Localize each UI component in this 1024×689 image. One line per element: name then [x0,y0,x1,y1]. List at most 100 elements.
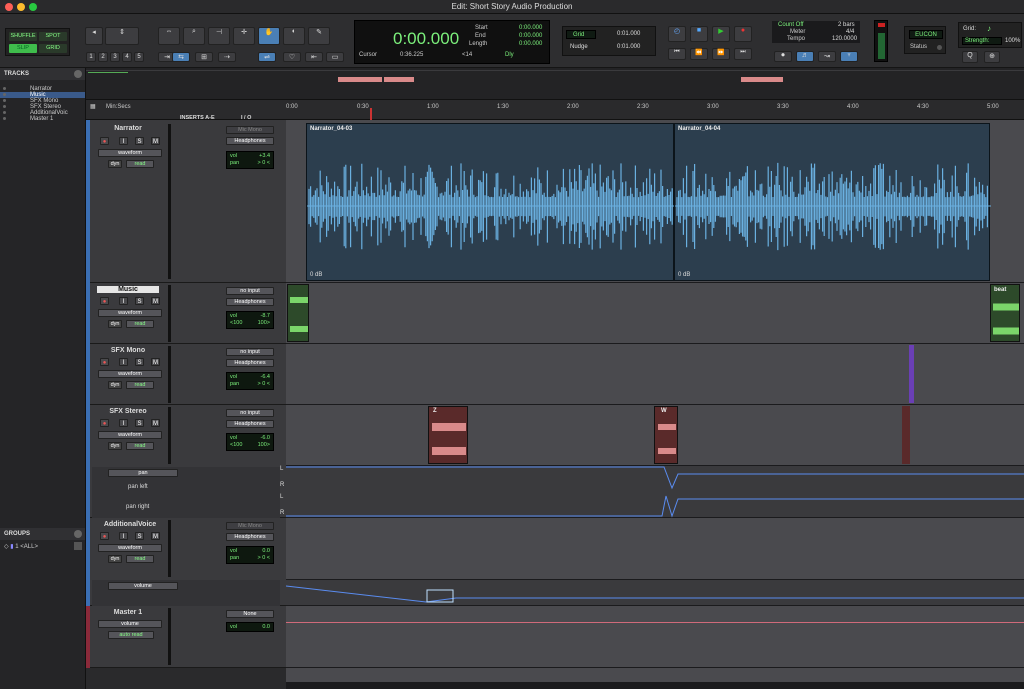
solo-button[interactable]: S [135,419,144,427]
automation-follows-icon[interactable]: ♡ [283,52,301,62]
input-monitor-button[interactable]: I [119,137,128,145]
input-selector[interactable]: Mic Mono [226,126,274,134]
layout-icon[interactable]: ▭ [326,52,344,62]
panel-menu-icon[interactable] [74,70,82,78]
stop-icon[interactable]: ■ [690,26,708,42]
nudge-value[interactable]: 0:01.000 [617,44,640,50]
track-name[interactable]: SFX Stereo [98,408,158,415]
quantize-icon[interactable]: Q [962,51,978,63]
audio-clip[interactable] [909,345,914,403]
automation-curve[interactable] [285,580,1024,606]
audio-clip[interactable]: W [654,406,678,464]
track-name[interactable]: AdditionalVoice [96,521,164,528]
loop-icon[interactable]: ↝ [818,51,836,62]
main-counter[interactable]: 0:00.000 [393,29,459,49]
output-selector[interactable]: Headphones [226,359,274,367]
automation-selector[interactable]: volume [108,582,178,590]
automation-mode-selector[interactable]: read [126,555,154,563]
mute-button[interactable]: M [151,532,160,540]
audio-clip[interactable]: Narrator_04-03 0 dB [306,123,675,281]
vol-pan-display[interactable]: vol -6.0 <100 100> [226,433,274,451]
solo-button[interactable]: S [135,137,144,145]
track-view-selector[interactable]: waveform [98,544,162,552]
end-value[interactable]: 0:00.000 [519,33,542,39]
lane-master[interactable] [286,606,1024,668]
input-selector[interactable]: Mic Mono [226,522,274,530]
vol-pan-display[interactable]: vol -6.4 pan > 0 < [226,372,274,390]
fast-forward-icon[interactable]: ⏩ [712,48,730,60]
dyn-selector[interactable]: dyn [108,442,122,450]
track-view-selector[interactable]: volume [98,620,162,628]
trim-tool-icon[interactable]: ⊣ [208,27,230,45]
zoom-out-icon[interactable]: ◂ [85,27,103,45]
lane-volume-automation[interactable] [285,580,1024,606]
clip-gain[interactable]: 0 dB [310,272,322,278]
zoom-tool-icon[interactable]: ⇔ [158,27,180,45]
rewind-start-icon[interactable]: ⏮ [668,48,686,60]
group-all[interactable]: ◇ ▮ 1 <ALL> [4,543,38,550]
input-selector[interactable]: no input [226,348,274,356]
link-track-icon[interactable]: ⊞ [195,52,213,62]
track-name[interactable]: Narrator [98,125,158,132]
track-list-item[interactable]: Master 1 [0,116,85,122]
dyn-selector[interactable]: dyn [108,320,122,328]
track-view-selector[interactable]: waveform [98,370,162,378]
lane-music[interactable]: beat [286,283,1024,344]
nudge-label[interactable]: Nudge [570,44,588,50]
output-selector[interactable]: Headphones [226,420,274,428]
midi-merge-icon[interactable]: ⏺ [774,51,792,62]
master-volume-line[interactable] [286,622,1024,623]
mute-button[interactable]: M [151,297,160,305]
audio-clip[interactable] [902,406,910,464]
groups-grid-icon[interactable] [74,542,82,550]
track-name[interactable]: Music [97,286,159,293]
record-enable-icon[interactable]: ● [100,137,109,145]
marker-region[interactable] [338,77,382,82]
automation-mode-selector[interactable]: read [126,160,154,168]
selector-tool-icon[interactable]: ✛ [233,27,255,45]
lane-narrator[interactable]: Narrator_04-03 0 dB Narrator_04-04 0 dB [286,120,1024,283]
output-selector[interactable]: Headphones [226,137,274,145]
meter-value[interactable]: 4/4 [846,29,854,35]
length-value[interactable]: 0:00.000 [519,41,542,47]
input-monitor-button[interactable]: I [119,358,128,366]
zoom-preset-5[interactable]: 5 [134,52,144,62]
track-view-selector[interactable]: waveform [98,309,162,317]
input-monitor-button[interactable]: I [119,297,128,305]
automation-mode-selector[interactable]: read [126,320,154,328]
output-selector[interactable]: Headphones [226,533,274,541]
marker-region[interactable] [384,77,414,82]
input-monitor-button[interactable]: I [119,532,128,540]
clip-gain[interactable]: 0 dB [678,272,690,278]
output-selector[interactable]: None [226,610,274,618]
groups-menu-icon[interactable] [74,530,82,538]
playhead-marker[interactable] [371,108,372,120]
rewind-icon[interactable]: ⏪ [690,48,708,60]
vol-pan-display[interactable]: vol 0.0 pan > 0 < [226,546,274,564]
grid-label[interactable]: Grid [566,30,596,39]
pencil-tool-icon[interactable]: ✎ [308,27,330,45]
strength-value[interactable]: 100% [1005,38,1020,44]
automation-mode-selector[interactable]: auto read [108,631,154,639]
tempo-value[interactable]: 120.0000 [832,36,857,42]
track-view-selector[interactable]: waveform [98,431,162,439]
automation-mode-selector[interactable]: read [126,442,154,450]
conductor-icon[interactable]: ♬ [796,51,814,62]
slip-button[interactable]: SLIP [9,44,37,53]
spot-button[interactable]: SPOT [39,32,67,41]
vol-pan-display[interactable]: vol -8.7 <100 100> [226,311,274,329]
solo-button[interactable]: S [135,532,144,540]
record-enable-icon[interactable]: ● [100,419,109,427]
mirror-midi-icon[interactable]: ⇌ [258,52,276,62]
play-icon[interactable]: ▶ [712,26,730,42]
solo-button[interactable]: S [135,358,144,366]
input-monitor-button[interactable]: I [119,419,128,427]
solo-button[interactable]: S [135,297,144,305]
vol-display[interactable]: vol 0.0 [226,622,274,632]
edit-follows-icon[interactable]: ⇤ [305,52,323,62]
automation-curve[interactable] [286,466,1024,518]
zoom-preset-2[interactable]: 2 [98,52,108,62]
output-selector[interactable]: Headphones [226,298,274,306]
mute-button[interactable]: M [151,137,160,145]
zoom-preset-1[interactable]: 1 [86,52,96,62]
